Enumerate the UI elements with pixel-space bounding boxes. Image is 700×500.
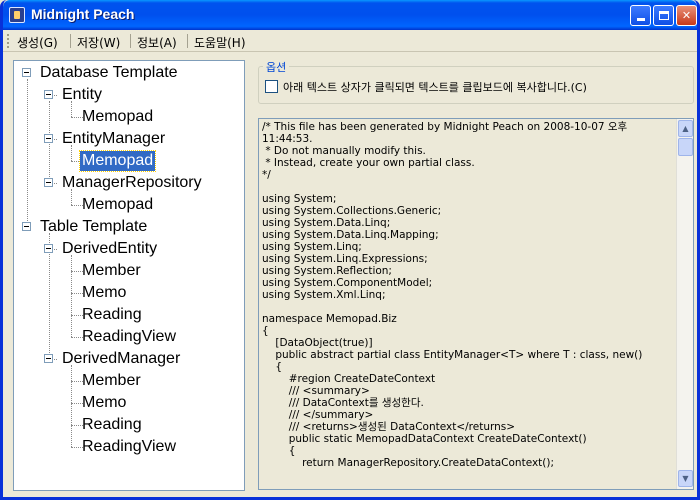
tree-node-label: ManagerRepository — [62, 174, 202, 191]
scroll-thumb[interactable] — [678, 138, 693, 156]
tree-node-label: Memopad — [78, 150, 157, 172]
tree-node-entity-memopad[interactable]: Memopad — [14, 107, 244, 127]
tree-node-managerrepository-memopad[interactable]: Memopad — [14, 195, 244, 215]
maximize-icon — [658, 11, 669, 20]
tree-node-label: Memo — [82, 394, 127, 411]
main-window: Midnight Peach ✕ 생성(G) 저장(W) 정보(A) 도움말(H… — [0, 0, 700, 500]
tree-node-label: ReadingView — [82, 438, 176, 455]
tree-node-database-template[interactable]: Database Template — [14, 63, 244, 83]
tree-node-label: DerivedEntity — [62, 240, 158, 257]
menu-help[interactable]: 도움말(H) — [194, 34, 246, 51]
tree-node-derivedmanager-readingview[interactable]: ReadingView — [14, 437, 244, 457]
collapse-icon[interactable] — [22, 68, 31, 77]
tree-node-derivedentity-memo[interactable]: Memo — [14, 283, 244, 303]
scroll-down-icon[interactable]: ▼ — [678, 470, 693, 487]
tree-node-entitymanager[interactable]: EntityManager — [14, 129, 244, 149]
tree-node-label: Memopad — [82, 196, 154, 213]
tree-node-entity[interactable]: Entity — [14, 85, 244, 105]
menu-separator — [70, 34, 71, 48]
tree-node-label: EntityManager — [62, 130, 166, 147]
tree-node-derivedentity-member[interactable]: Member — [14, 261, 244, 281]
scroll-up-icon[interactable]: ▲ — [678, 120, 693, 137]
tree-node-label: Table Template — [40, 218, 148, 235]
tree-node-entitymanager-memopad[interactable]: Memopad — [14, 150, 244, 172]
menu-save[interactable]: 저장(W) — [77, 34, 120, 51]
tree-node-table-template[interactable]: Table Template — [14, 217, 244, 237]
tree-node-label: DerivedManager — [62, 350, 181, 367]
collapse-icon[interactable] — [44, 244, 53, 253]
collapse-icon[interactable] — [22, 222, 31, 231]
tree-node-derivedentity[interactable]: DerivedEntity — [14, 239, 244, 259]
generated-code-text[interactable]: /* This file has been generated by Midni… — [262, 121, 674, 469]
toolbar-grip-icon[interactable] — [7, 34, 10, 48]
tree-node-label: Database Template — [40, 64, 178, 81]
app-icon[interactable] — [9, 7, 25, 23]
generated-code-textbox[interactable]: /* This file has been generated by Midni… — [258, 118, 694, 490]
minimize-button[interactable] — [630, 5, 651, 26]
tree-node-managerrepository[interactable]: ManagerRepository — [14, 173, 244, 193]
menu-about[interactable]: 정보(A) — [137, 34, 177, 51]
close-button[interactable]: ✕ — [676, 5, 697, 26]
window-title: Midnight Peach — [31, 6, 135, 22]
template-tree[interactable]: Database Template Entity Memopad EntityM… — [13, 60, 245, 491]
menu-separator — [187, 34, 188, 48]
tree-node-label: ReadingView — [82, 328, 176, 345]
tree-node-label: Member — [82, 262, 141, 279]
tree-node-label: Reading — [82, 306, 142, 323]
copy-to-clipboard-checkbox[interactable] — [265, 80, 278, 93]
menu-separator — [130, 34, 131, 48]
tree-node-derivedmanager-member[interactable]: Member — [14, 371, 244, 391]
code-scrollbar[interactable]: ▲ ▼ — [676, 119, 693, 489]
copy-to-clipboard-label[interactable]: 아래 텍스트 상자가 클릭되면 텍스트를 클립보드에 복사합니다.(C) — [283, 79, 587, 95]
collapse-icon[interactable] — [44, 134, 53, 143]
tree-node-label: Memo — [82, 284, 127, 301]
tree-node-derivedentity-reading[interactable]: Reading — [14, 305, 244, 325]
maximize-button[interactable] — [653, 5, 674, 26]
menu-bar: 생성(G) 저장(W) 정보(A) 도움말(H) — [3, 30, 697, 52]
tree-node-label: Entity — [62, 86, 103, 103]
tree-node-label: Member — [82, 372, 141, 389]
title-bar[interactable]: Midnight Peach ✕ — [3, 0, 697, 30]
tree-node-derivedmanager-memo[interactable]: Memo — [14, 393, 244, 413]
collapse-icon[interactable] — [44, 90, 53, 99]
menu-generate[interactable]: 생성(G) — [17, 34, 58, 51]
tree-node-derivedmanager[interactable]: DerivedManager — [14, 349, 244, 369]
tree-node-label: Memopad — [82, 108, 154, 125]
tree-node-derivedentity-readingview[interactable]: ReadingView — [14, 327, 244, 347]
options-legend: 옵션 — [263, 59, 290, 75]
collapse-icon[interactable] — [44, 354, 53, 363]
minimize-icon — [636, 18, 645, 21]
collapse-icon[interactable] — [44, 178, 53, 187]
close-icon: ✕ — [681, 9, 692, 22]
tree-node-label: Reading — [82, 416, 142, 433]
tree-node-derivedmanager-reading[interactable]: Reading — [14, 415, 244, 435]
